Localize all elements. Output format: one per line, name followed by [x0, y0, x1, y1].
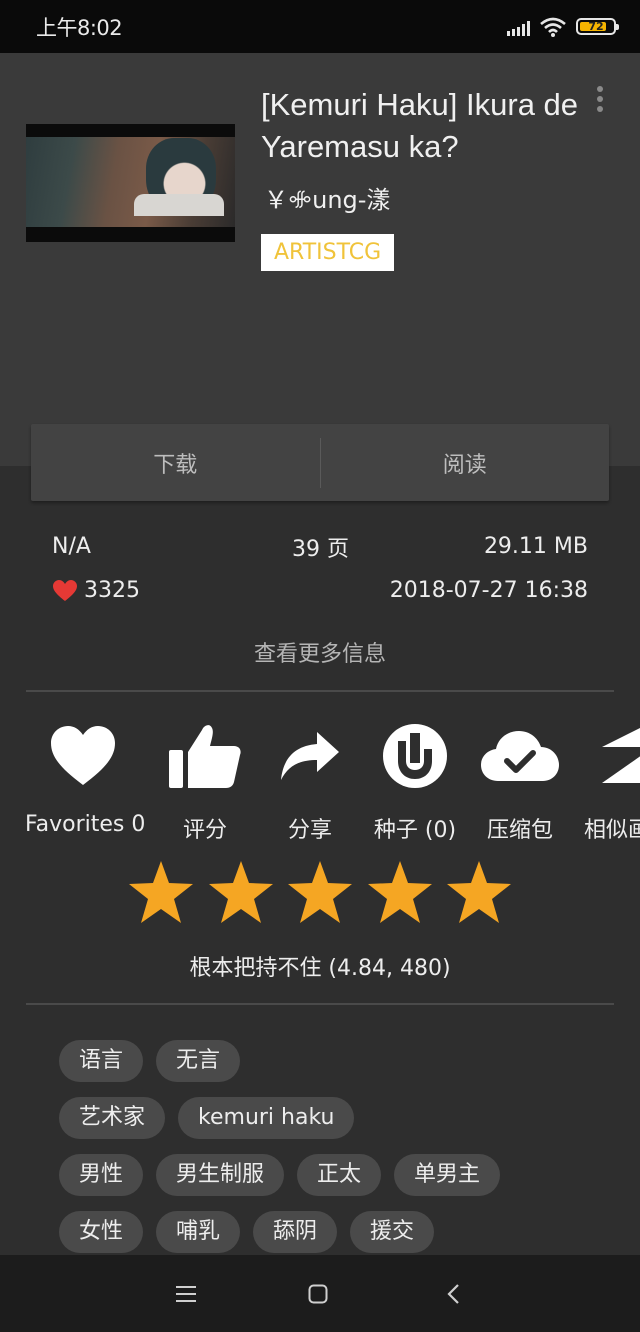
tag-namespace[interactable]: 艺术家 — [59, 1097, 166, 1139]
tag-group-male: 男性 男生制服 正太 单男主 — [59, 1154, 619, 1196]
share-icon — [281, 732, 339, 780]
tag-chip[interactable]: 哺乳 — [156, 1211, 241, 1253]
download-button[interactable]: 下载 — [31, 447, 320, 479]
more-info-link[interactable]: 查看更多信息 — [0, 636, 640, 668]
category-badge: ARTISTCG — [261, 234, 395, 271]
info-size: 29.11 MB — [483, 534, 588, 559]
archive-action[interactable]: 压缩包 — [470, 716, 570, 844]
gallery-title: [Kemuri Haku] Ikura de Yaremasu ka? — [261, 87, 579, 164]
info-language: N/A — [52, 534, 91, 559]
menu-button[interactable] — [171, 1279, 201, 1309]
action-bar: 下载 阅读 — [31, 424, 609, 501]
divider — [26, 1003, 614, 1005]
favorites-count: 3325 — [84, 578, 140, 603]
tag-group-female: 女性 哺乳 舔阴 援交 — [59, 1211, 619, 1253]
tag-chip[interactable]: 援交 — [350, 1211, 435, 1253]
similar-action[interactable]: 相似画 — [584, 716, 640, 844]
back-button[interactable] — [438, 1279, 468, 1309]
star-icon[interactable] — [208, 860, 274, 924]
heart-small-icon — [53, 580, 77, 601]
torrent-label: 种子 (0) — [373, 818, 457, 843]
info-favorites: 3325 — [52, 578, 140, 603]
share-action[interactable]: 分享 — [260, 716, 360, 844]
info-row-2: 3325 2018-07-27 16:38 — [52, 578, 588, 603]
signal-icon — [507, 18, 530, 36]
tag-group-language: 语言 无言 — [59, 1040, 619, 1082]
info-pages: 39 页 — [292, 536, 349, 562]
star-icon[interactable] — [446, 860, 512, 924]
tag-chip[interactable]: 男生制服 — [156, 1154, 285, 1196]
gallery-uploader[interactable]: ￥ꗂung-漾 — [264, 180, 390, 215]
tag-namespace[interactable]: 女性 — [59, 1211, 144, 1253]
favorites-label: Favorites 0 — [25, 812, 146, 837]
favorites-action[interactable]: Favorites 0 — [25, 716, 146, 837]
home-icon — [308, 1284, 328, 1304]
tag-chip[interactable]: kemuri haku — [178, 1097, 355, 1139]
battery-icon: 72 — [576, 18, 619, 35]
tag-namespace[interactable]: 语言 — [59, 1040, 144, 1082]
home-button[interactable] — [303, 1279, 333, 1309]
gallery-thumbnail[interactable] — [26, 124, 235, 242]
info-row-1: N/A 39 页 29.11 MB — [52, 534, 588, 562]
tag-list: 语言 无言 艺术家 kemuri haku 男性 男生制服 正太 单男主 女性 … — [59, 1040, 619, 1268]
star-icon[interactable] — [367, 860, 433, 924]
star-icon[interactable] — [128, 860, 194, 924]
utorrent-icon — [383, 724, 447, 788]
rate-label: 评分 — [182, 818, 227, 843]
tag-chip[interactable]: 无言 — [156, 1040, 241, 1082]
archive-label: 压缩包 — [486, 818, 553, 843]
tag-chip[interactable]: 舔阴 — [253, 1211, 338, 1253]
tag-chip[interactable]: 单男主 — [394, 1154, 501, 1196]
tag-group-artist: 艺术家 kemuri haku — [59, 1097, 619, 1139]
share-label: 分享 — [287, 818, 332, 843]
tag-namespace[interactable]: 男性 — [59, 1154, 144, 1196]
thumbs-up-icon — [169, 725, 241, 788]
cloud-check-icon — [481, 731, 559, 781]
status-time: 上午8:02 — [36, 15, 123, 40]
system-nav-bar — [0, 1255, 640, 1332]
info-posted: 2018-07-27 16:38 — [389, 578, 588, 603]
tag-chip[interactable]: 正太 — [297, 1154, 382, 1196]
back-icon — [447, 1284, 459, 1304]
read-button[interactable]: 阅读 — [321, 447, 610, 479]
status-bar: 上午8:02 72 — [0, 0, 640, 53]
similar-label: 相似画 — [584, 818, 640, 843]
rate-action[interactable]: 评分 — [155, 716, 255, 844]
more-options-icon[interactable] — [594, 86, 606, 112]
star-icon[interactable] — [287, 860, 353, 924]
similar-icon — [602, 728, 640, 783]
divider — [26, 690, 614, 692]
heart-icon — [51, 726, 115, 785]
rating-stars[interactable] — [128, 860, 512, 930]
action-icon-row: Favorites 0 评分 分享 种子 (0) 压缩包 相似画 — [0, 716, 640, 846]
rating-text: 根本把持不住 (4.84, 480) — [189, 956, 451, 981]
torrent-action[interactable]: 种子 (0) — [365, 716, 465, 844]
menu-icon — [176, 1286, 196, 1302]
wifi-icon — [540, 17, 566, 37]
battery-level: 72 — [588, 20, 604, 33]
